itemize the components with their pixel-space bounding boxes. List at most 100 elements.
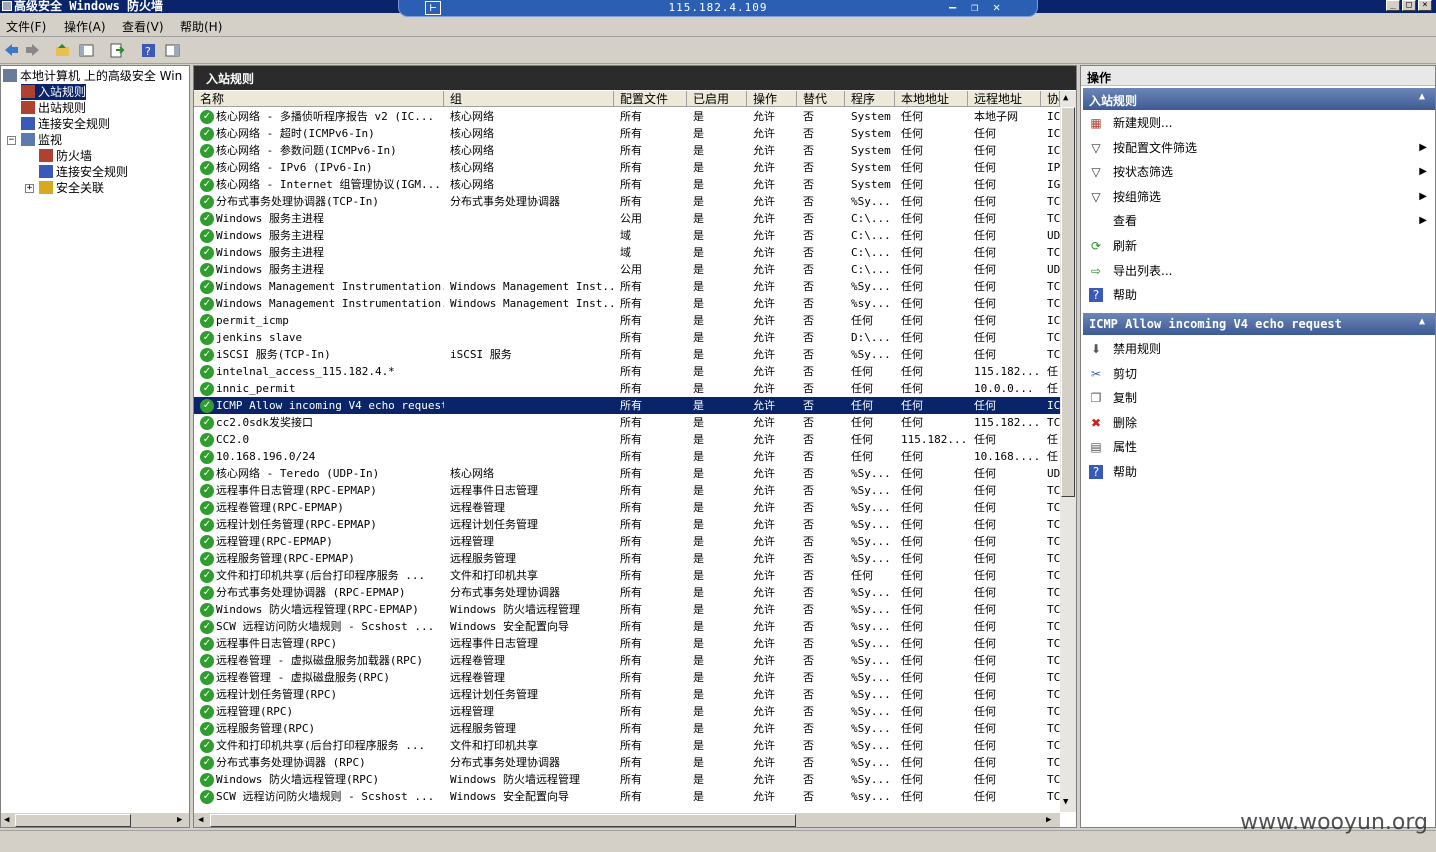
table-row[interactable]: ✓ Windows 服务主进程 域 是 允许 否 C:\... 任何 任何 UD <box>194 227 1060 244</box>
table-row[interactable]: ✓ jenkins slave 所有 是 允许 否 D:\... 任何 任何 TC <box>194 329 1060 346</box>
tree-item-connection-security[interactable]: 连接安全规则 <box>21 116 110 132</box>
close-button[interactable]: × <box>1418 0 1432 11</box>
table-row[interactable]: ✓ 核心网络 - IPv6 (IPv6-In) 核心网络 所有 是 允许 否 System 任何… <box>194 159 1060 176</box>
table-row[interactable]: ✓ 核心网络 - 多播侦听程序报告 v2 (IC... 核心网络 所有 是 允许 否 Syst… <box>194 108 1060 125</box>
tree-horizontal-scrollbar[interactable]: ◀ ▶ <box>1 812 189 827</box>
section-inbound-rules[interactable]: 入站规则 ▲ <box>1083 88 1435 110</box>
expand-security-associations-icon[interactable]: + <box>25 184 34 193</box>
rules-vertical-scrollbar[interactable]: ▲ ▼ <box>1060 91 1076 812</box>
col-group[interactable]: 组 <box>444 91 614 107</box>
table-row[interactable]: ✓ 远程服务管理(RPC-EPMAP) 远程服务管理 所有 是 允许 否 %Sy... 任何 任何… <box>194 550 1060 567</box>
tree-item-monitor-connection-security[interactable]: 连接安全规则 <box>39 164 128 180</box>
tree-item-monitoring[interactable]: 监视 <box>21 132 62 148</box>
col-action[interactable]: 操作 <box>747 91 797 107</box>
action-items2-0[interactable]: ⬇ 禁用规则 <box>1085 338 1433 360</box>
up-folder-icon[interactable] <box>54 42 71 59</box>
show-hide-tree-icon[interactable] <box>78 42 95 59</box>
table-row[interactable]: ✓ 远程服务管理(RPC) 远程服务管理 所有 是 允许 否 %Sy... 任何 任何 TC <box>194 720 1060 737</box>
table-row[interactable]: ✓ 10.168.196.0/24 所有 是 允许 否 任何 任何 10.168.... 任 <box>194 448 1060 465</box>
table-row[interactable]: ✓ 核心网络 - 超时(ICMPv6-In) 核心网络 所有 是 允许 否 System 任何 任… <box>194 125 1060 142</box>
menu-file[interactable]: 文件(F) <box>6 18 46 35</box>
action-items2-5[interactable]: ? 帮助 <box>1085 461 1433 483</box>
table-row[interactable]: ✓ 核心网络 - Internet 组管理协议(IGM... 核心网络 所有 是 允许 否 S… <box>194 176 1060 193</box>
back-icon[interactable] <box>3 42 20 59</box>
action-items1-7[interactable]: ? 帮助 <box>1085 284 1433 306</box>
forward-icon[interactable] <box>24 42 41 59</box>
table-row[interactable]: ✓ 分布式事务处理协调器 (RPC-EPMAP) 分布式事务处理协调器 所有 是 允许 否%… <box>194 584 1060 601</box>
export-list-icon[interactable] <box>108 42 125 59</box>
menu-help[interactable]: 帮助(H) <box>180 18 222 35</box>
table-row[interactable]: ✓ Windows Management Instrumentation... Wi… <box>194 278 1060 295</box>
menu-action[interactable]: 操作(A) <box>64 18 106 35</box>
scroll-right-icon[interactable]: ▶ <box>177 815 182 825</box>
action-items1-3[interactable]: ▽ 按组筛选 ▶ <box>1085 186 1433 208</box>
table-row[interactable]: ✓ 远程管理(RPC) 远程管理 所有 是 允许 否 %Sy... 任何 任何 TC <box>194 703 1060 720</box>
action-items2-3[interactable]: ✖ 删除 <box>1085 412 1433 434</box>
table-row[interactable]: ✓ 远程卷管理 - 虚拟磁盘服务(RPC) 远程卷管理 所有 是 允许 否 %Sy... 任何 任… <box>194 669 1060 686</box>
help-toolbar-icon[interactable]: ? <box>140 42 157 59</box>
col-name[interactable]: 名称 <box>194 91 444 107</box>
table-row[interactable]: ✓ Windows 防火墙远程管理(RPC) Windows 防火墙远程管理 所有 是 允… <box>194 771 1060 788</box>
table-row[interactable]: ✓ permit_icmp 所有 是 允许 否 任何 任何 任何 IC <box>194 312 1060 329</box>
table-row[interactable]: ✓ 分布式事务处理协调器(TCP-In) 分布式事务处理协调器 所有 是 允许 否 %Sy..… <box>194 193 1060 210</box>
table-row[interactable]: ✓ 远程卷管理 - 虚拟磁盘服务加载器(RPC) 远程卷管理 所有 是 允许 否 %Sy...… <box>194 652 1060 669</box>
action-items1-5[interactable]: ⟳ 刷新 <box>1085 235 1433 257</box>
tree-item-firewall[interactable]: 防火墙 <box>39 148 92 164</box>
col-enabled[interactable]: 已启用 <box>687 91 747 107</box>
tree-item-outbound-rules[interactable]: 出站规则 <box>21 100 86 116</box>
table-row[interactable]: ✓ CC2.0 所有 是 允许 否 任何 115.182... 任何 任 <box>194 431 1060 448</box>
col-override[interactable]: 替代 <box>797 91 845 107</box>
action-items1-4[interactable]: 查看 ▶ <box>1085 210 1433 232</box>
table-row[interactable]: ✓ 核心网络 - Teredo (UDP-In) 核心网络 所有 是 允许 否 %Sy... 任… <box>194 465 1060 482</box>
action-items1-1[interactable]: ▽ 按配置文件筛选 ▶ <box>1085 137 1433 159</box>
table-row[interactable]: ✓ innic_permit 所有 是 允许 否 任何 任何 10.0.0... 任 <box>194 380 1060 397</box>
tree-item-security-associations[interactable]: 安全关联 <box>39 180 104 196</box>
table-row[interactable]: ✓ 远程计划任务管理(RPC) 远程计划任务管理 所有 是 允许 否 %Sy... 任何 任何 TC <box>194 686 1060 703</box>
tree-item-inbound-rules[interactable]: 入站规则 <box>21 84 87 100</box>
scroll-thumb[interactable] <box>1061 107 1075 497</box>
table-row[interactable]: ✓ 远程管理(RPC-EPMAP) 远程管理 所有 是 允许 否 %Sy... 任何 任何 TC <box>194 533 1060 550</box>
col-protocol[interactable]: 协 <box>1041 91 1060 107</box>
maximize-button[interactable]: □ <box>1402 0 1416 11</box>
table-row[interactable]: ✓ cc2.0sdk发奖接口 所有 是 允许 否 任何 任何 115.182... TC <box>194 414 1060 431</box>
collapse-icon[interactable]: ▲ <box>1419 91 1425 102</box>
table-row[interactable]: ✓ 远程计划任务管理(RPC-EPMAP) 远程计划任务管理 所有 是 允许 否 %Sy...… <box>194 516 1060 533</box>
action-items1-0[interactable]: ▦ 新建规则... <box>1085 112 1433 134</box>
scroll-up-icon[interactable]: ▲ <box>1063 93 1068 103</box>
rdp-close-icon[interactable]: ✕ <box>993 0 1000 14</box>
action-items2-4[interactable]: ▤ 属性 <box>1085 436 1433 458</box>
action-items2-1[interactable]: ✂ 剪切 <box>1085 363 1433 385</box>
table-row[interactable]: ✓ 文件和打印机共享(后台打印程序服务 ... 文件和打印机共享 所有 是 允许 否 任何 任何… <box>194 567 1060 584</box>
table-row[interactable]: ✓ SCW 远程访问防火墙规则 - Scshost ... Windows 安全配置… <box>194 788 1060 805</box>
table-row[interactable]: ✓ 文件和打印机共享(后台打印程序服务 ... 文件和打印机共享 所有 是 允许 否 %Sy.… <box>194 737 1060 754</box>
col-profile[interactable]: 配置文件 <box>614 91 687 107</box>
scroll-right-icon[interactable]: ▶ <box>1046 815 1051 825</box>
table-row[interactable]: ✓ ICMP Allow incoming V4 echo request 所有 是 允… <box>194 397 1060 414</box>
tree-root[interactable]: 本地计算机 上的高级安全 Win <box>3 68 182 84</box>
table-row[interactable]: ✓ iSCSI 服务(TCP-In) iSCSI 服务 所有 是 允许 否 %Sy... 任何 任… <box>194 346 1060 363</box>
col-program[interactable]: 程序 <box>845 91 895 107</box>
table-row[interactable]: ✓ 远程事件日志管理(RPC) 远程事件日志管理 所有 是 允许 否 %Sy... 任何 任何 TC <box>194 635 1060 652</box>
col-remote-address[interactable]: 远程地址 <box>968 91 1041 107</box>
table-row[interactable]: ✓ 远程事件日志管理(RPC-EPMAP) 远程事件日志管理 所有 是 允许 否 %Sy...… <box>194 482 1060 499</box>
collapse-monitoring-icon[interactable]: − <box>7 136 16 145</box>
table-row[interactable]: ✓ SCW 远程访问防火墙规则 - Scshost ... Windows 安全配置… <box>194 618 1060 635</box>
table-row[interactable]: ✓ Windows 服务主进程 公用 是 允许 否 C:\... 任何 任何 UD <box>194 261 1060 278</box>
table-row[interactable]: ✓ Windows 防火墙远程管理(RPC-EPMAP) Windows 防火墙远程… <box>194 601 1060 618</box>
scroll-left-icon[interactable]: ◀ <box>198 815 203 825</box>
table-row[interactable]: ✓ 分布式事务处理协调器 (RPC) 分布式事务处理协调器 所有 是 允许 否 %Sy... 任… <box>194 754 1060 771</box>
table-row[interactable]: ✓ Windows 服务主进程 公用 是 允许 否 C:\... 任何 任何 TC <box>194 210 1060 227</box>
rules-horizontal-scrollbar[interactable]: ◀ ▶ <box>194 812 1060 827</box>
col-local-address[interactable]: 本地地址 <box>895 91 968 107</box>
table-row[interactable]: ✓ Windows 服务主进程 域 是 允许 否 C:\... 任何 任何 TC <box>194 244 1060 261</box>
section-selected-rule[interactable]: ICMP Allow incoming V4 echo request ▲ <box>1083 313 1435 335</box>
scroll-thumb[interactable] <box>15 814 131 827</box>
collapse-icon[interactable]: ▲ <box>1419 316 1425 327</box>
rdp-minimize-icon[interactable]: – <box>949 0 956 14</box>
table-row[interactable]: ✓ 远程卷管理(RPC-EPMAP) 远程卷管理 所有 是 允许 否 %Sy... 任何 任何 TC <box>194 499 1060 516</box>
action-items1-6[interactable]: ⇨ 导出列表... <box>1085 260 1433 282</box>
table-row[interactable]: ✓ intelnal_access_115.182.4.* 所有 是 允许 否 任何 任何 11… <box>194 363 1060 380</box>
scroll-thumb[interactable] <box>210 814 796 827</box>
action-items2-2[interactable]: ❐ 复制 <box>1085 387 1433 409</box>
rdp-restore-icon[interactable]: ❐ <box>971 0 978 14</box>
